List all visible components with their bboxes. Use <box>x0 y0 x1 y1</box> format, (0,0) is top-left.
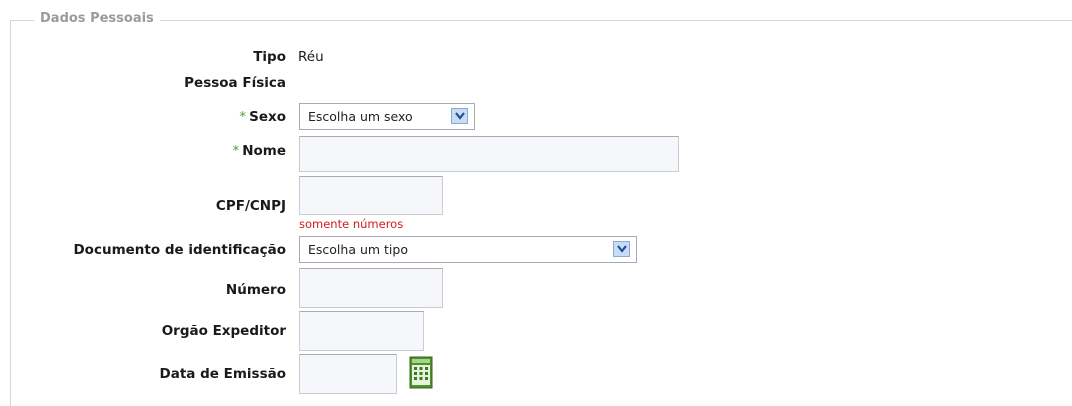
documento-selected: Escolha um tipo <box>308 242 408 257</box>
sexo-label-text: Sexo <box>249 109 286 125</box>
nome-label-text: Nome <box>242 143 286 159</box>
cpf-cnpj-label: CPF/CNPJ <box>215 198 286 214</box>
sexo-label: * Sexo <box>239 109 286 125</box>
data-emissao-label: Data de Emissão <box>159 366 286 382</box>
tipo-value: Réu <box>298 49 324 65</box>
dados-pessoais-fieldset <box>10 20 1072 406</box>
chevron-down-icon[interactable] <box>613 241 630 257</box>
calendar-icon[interactable] <box>409 356 433 389</box>
chevron-down-icon[interactable] <box>451 108 468 124</box>
nome-input[interactable] <box>299 136 679 172</box>
fieldset-legend: Dados Pessoais <box>34 11 160 26</box>
orgao-expeditor-input[interactable] <box>299 311 424 351</box>
data-emissao-input[interactable] <box>299 354 397 394</box>
documento-label: Documento de identificação <box>73 242 286 258</box>
required-marker: * <box>232 143 240 159</box>
documento-select[interactable]: Escolha um tipo <box>299 236 637 263</box>
tipo-label: Tipo <box>253 49 286 65</box>
numero-input[interactable] <box>299 268 443 308</box>
sexo-selected: Escolha um sexo <box>308 109 413 124</box>
required-marker: * <box>239 109 247 125</box>
sexo-select[interactable]: Escolha um sexo <box>299 103 475 130</box>
pessoa-fisica-label: Pessoa Física <box>184 75 286 91</box>
numero-label: Número <box>225 282 286 298</box>
cpf-cnpj-input[interactable] <box>299 176 443 215</box>
orgao-expeditor-label: Orgão Expeditor <box>161 323 286 339</box>
cpf-hint: somente números <box>299 217 404 231</box>
nome-label: * Nome <box>232 143 286 159</box>
